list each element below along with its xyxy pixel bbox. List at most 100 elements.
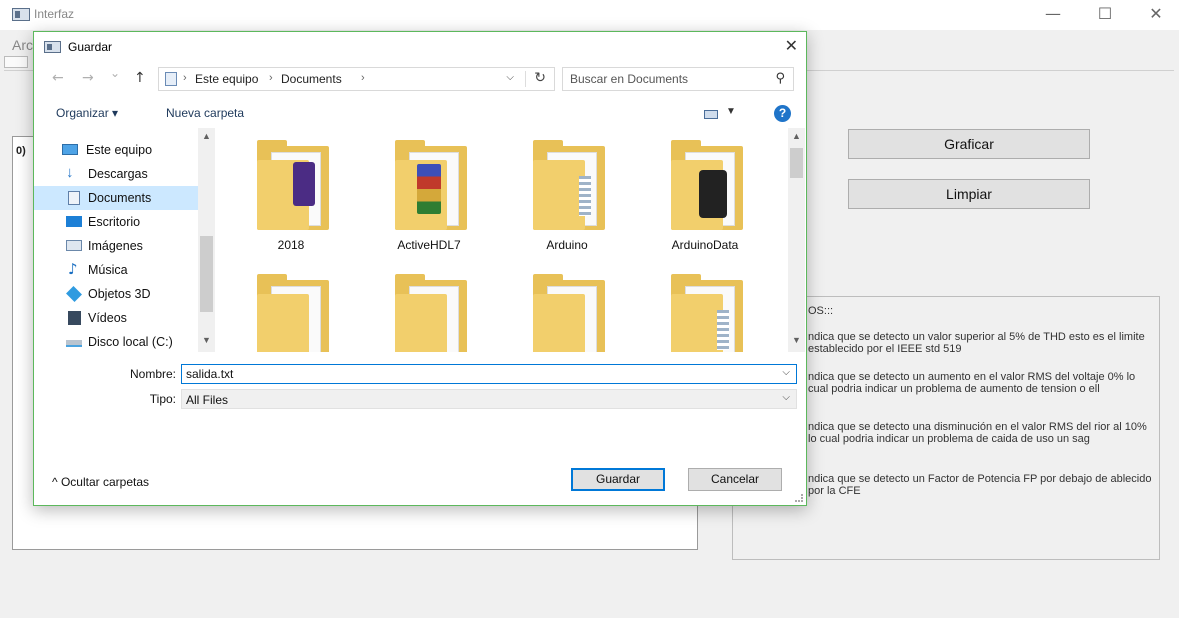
app-toolbar[interactable] — [4, 56, 28, 68]
downloads-icon: ↓ — [66, 164, 74, 181]
results-list-text: 0) — [16, 145, 26, 157]
dialog-title: Guardar — [68, 40, 113, 54]
sidebar-item-descargas[interactable]: ↓ Descargas — [34, 162, 198, 186]
resize-grip-icon[interactable] — [795, 494, 803, 502]
maximize-button[interactable]: ☐ — [1082, 2, 1128, 28]
desktop-icon — [66, 216, 82, 227]
view-options-icon[interactable] — [704, 110, 718, 119]
sidebar-item-label: Documents — [88, 191, 152, 205]
computer-icon — [62, 144, 78, 155]
location-icon — [165, 72, 177, 86]
sidebar-item-videos[interactable]: Vídeos — [34, 306, 198, 330]
scroll-up-icon[interactable]: ▲ — [202, 131, 211, 141]
folder-icon — [533, 274, 605, 352]
folder-name: Arduino — [546, 238, 588, 252]
breadcrumb-documents[interactable]: Documents — [281, 72, 342, 86]
dialog-titlebar[interactable]: Guardar ✕ — [34, 32, 806, 62]
new-folder-button[interactable]: Nueva carpeta — [166, 106, 244, 120]
save-button[interactable]: Guardar — [571, 468, 665, 491]
sidebar-item-label: Disco local (C:) — [88, 335, 173, 349]
sidebar-item-objetos-3d[interactable]: Objetos 3D — [34, 282, 198, 306]
dialog-close-button[interactable]: ✕ — [785, 36, 798, 55]
breadcrumb-separator-icon: › — [269, 72, 273, 84]
recent-locations-icon[interactable]: ⌄ — [110, 66, 120, 80]
app-menu-archivo[interactable]: Arc — [12, 37, 33, 53]
folder-icon — [395, 140, 467, 230]
note-item: ndica que se detecto un aumento en el va… — [808, 371, 1136, 395]
folder-item[interactable]: ArduinoData — [630, 128, 780, 258]
scroll-up-icon[interactable]: ▲ — [792, 131, 801, 141]
file-type-label: Tipo: — [149, 392, 176, 406]
scroll-down-icon[interactable]: ▼ — [202, 335, 211, 345]
drive-icon — [66, 340, 82, 347]
address-dropdown-icon[interactable]: ⌵ — [506, 72, 514, 83]
chevron-down-icon[interactable]: ⌵ — [782, 392, 790, 403]
folder-item[interactable] — [354, 262, 504, 352]
sidebar-item-documents[interactable]: Documents — [34, 186, 198, 210]
folder-item[interactable]: Arduino — [492, 128, 642, 258]
file-name-input[interactable] — [186, 366, 766, 382]
breadcrumb-separator-icon: › — [361, 72, 365, 84]
sidebar-item-label: Música — [88, 263, 128, 277]
sidebar-item-disco-local[interactable]: Disco local (C:) — [34, 330, 198, 354]
folder-item[interactable]: 2018 — [216, 128, 366, 258]
pictures-icon — [66, 240, 82, 251]
forward-arrow-icon[interactable]: → — [82, 70, 94, 86]
file-type-value: All Files — [186, 393, 229, 407]
documents-icon — [68, 191, 80, 205]
music-icon: ♪ — [68, 260, 78, 278]
minimize-button[interactable]: — — [1030, 2, 1076, 28]
search-box[interactable]: ⚲ — [562, 67, 794, 91]
cancel-button[interactable]: Cancelar — [688, 468, 782, 491]
folder-icon — [395, 274, 467, 352]
folder-icon — [533, 140, 605, 230]
scroll-down-icon[interactable]: ▼ — [792, 335, 801, 345]
limpiar-button[interactable]: Limpiar — [848, 179, 1090, 209]
navigation-pane[interactable]: Este equipo ↓ Descargas Documents Escrit… — [34, 128, 212, 352]
app-window-icon — [12, 8, 30, 21]
sidebar-item-musica[interactable]: ♪ Música — [34, 258, 198, 282]
organize-menu-button[interactable]: Organizar ▾ — [56, 106, 118, 120]
file-name-field[interactable]: ⌵ — [181, 364, 797, 384]
address-bar[interactable]: › Este equipo › Documents › ⌵ ↻ — [158, 67, 555, 91]
app-title: Interfaz — [34, 7, 75, 21]
view-dropdown-icon[interactable]: ▼ — [726, 106, 736, 117]
breadcrumb-este-equipo[interactable]: Este equipo — [195, 72, 258, 86]
folder-icon — [257, 140, 329, 230]
folder-icon — [257, 274, 329, 352]
sidebar-item-label: Objetos 3D — [88, 287, 151, 301]
back-arrow-icon[interactable]: ← — [52, 70, 64, 86]
folder-name: ArduinoData — [671, 238, 739, 252]
sidebar-item-este-equipo[interactable]: Este equipo — [34, 138, 198, 162]
save-dialog: Guardar ✕ ← → ⌄ ↑ › Este equipo › Docume… — [33, 31, 807, 506]
scrollbar-thumb[interactable] — [790, 148, 803, 178]
folder-item[interactable] — [216, 262, 366, 352]
file-type-select[interactable]: All Files ⌵ — [181, 389, 797, 409]
navigation-pane-scrollbar[interactable]: ▲ ▼ — [198, 128, 215, 352]
file-list-scrollbar[interactable]: ▲ ▼ — [788, 128, 805, 352]
dialog-window-icon — [44, 41, 61, 53]
search-input[interactable] — [570, 71, 760, 87]
note-item: ndica que se detecto un valor superior a… — [808, 331, 1145, 355]
scrollbar-thumb[interactable] — [200, 236, 213, 312]
graficar-button[interactable]: Graficar — [848, 129, 1090, 159]
app-close-button[interactable]: ✕ — [1133, 2, 1179, 28]
folder-item[interactable] — [630, 262, 780, 352]
sidebar-item-imagenes[interactable]: Imágenes — [34, 234, 198, 258]
sidebar-item-escritorio[interactable]: Escritorio — [34, 210, 198, 234]
help-icon[interactable]: ? — [774, 105, 791, 122]
search-icon[interactable]: ⚲ — [775, 71, 785, 86]
note-item: ndica que se detecto un Factor de Potenc… — [808, 473, 1152, 497]
folder-name: 2018 — [277, 238, 305, 252]
chevron-down-icon[interactable]: ⌵ — [782, 367, 790, 378]
refresh-icon[interactable]: ↻ — [534, 70, 546, 86]
file-list[interactable]: 2018 ActiveHDL7 Arduino ArduinoData — [216, 128, 788, 352]
folder-item[interactable]: ActiveHDL7 — [354, 128, 504, 258]
videos-icon — [68, 311, 81, 325]
notes-title: OS::: — [808, 305, 834, 317]
app-titlebar: Interfaz — ☐ ✕ — [0, 0, 1179, 30]
hide-folders-toggle[interactable]: ^ Ocultar carpetas — [52, 475, 149, 489]
up-arrow-icon[interactable]: ↑ — [134, 70, 146, 86]
note-item: ndica que se detecto una disminución en … — [808, 421, 1147, 445]
folder-item[interactable] — [492, 262, 642, 352]
